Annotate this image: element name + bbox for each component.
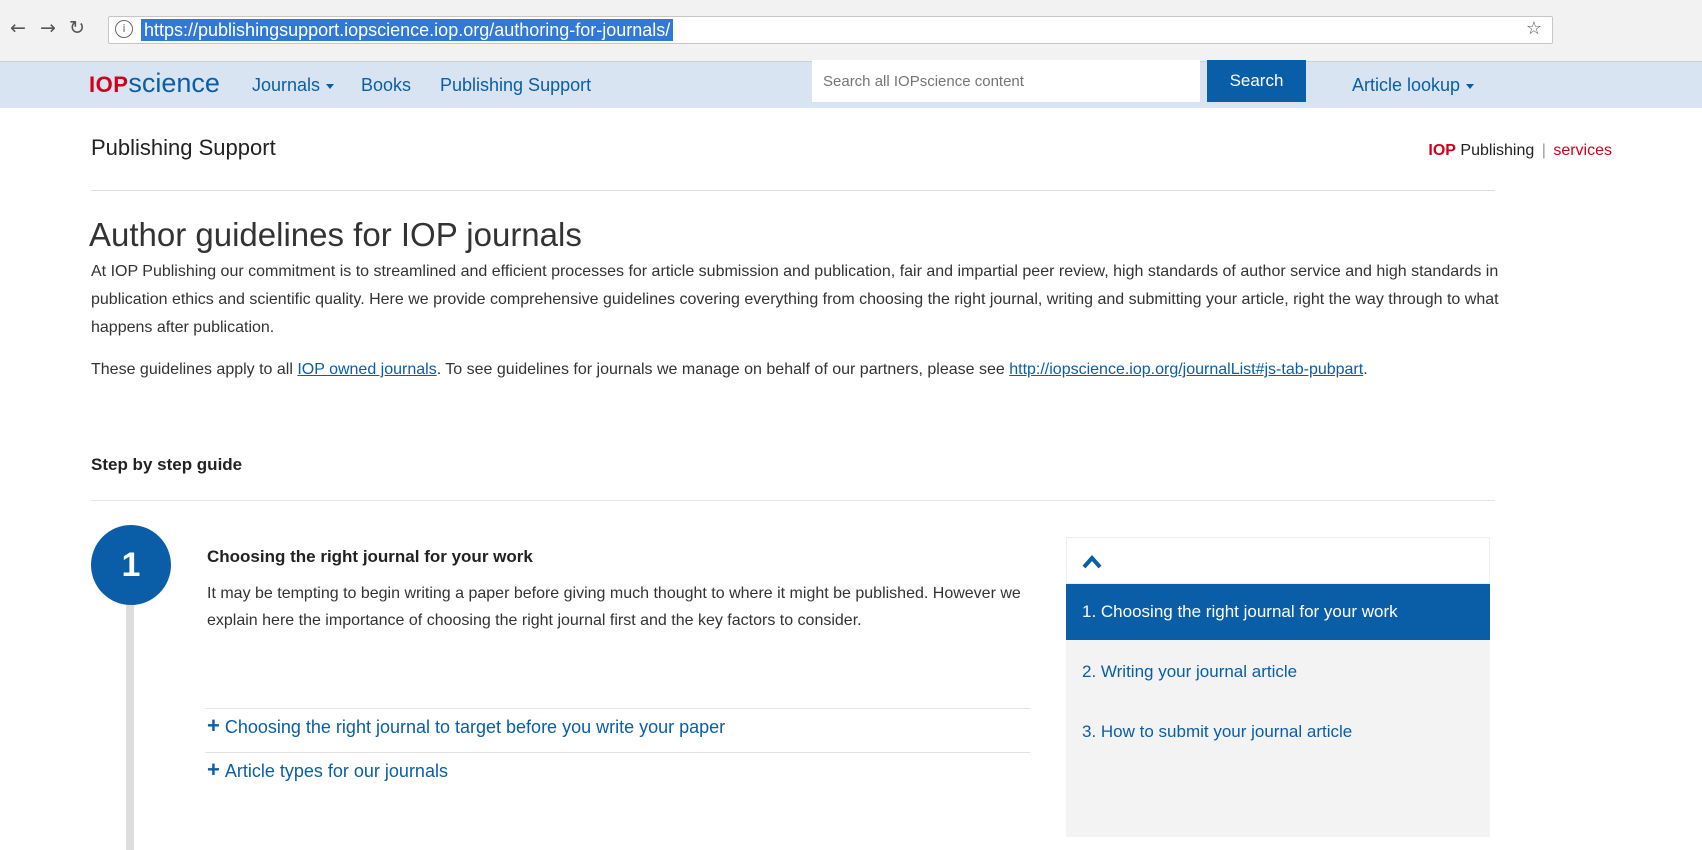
iop-publishing-services-logo[interactable]: IOP Publishing | services bbox=[1428, 142, 1612, 160]
reload-icon[interactable]: ↻ bbox=[64, 15, 90, 41]
search-input[interactable] bbox=[812, 60, 1200, 102]
divider bbox=[91, 500, 1495, 501]
accordion-item-article-types[interactable]: + Article types for our journals bbox=[207, 757, 448, 783]
intro-paragraph: At IOP Publishing our commitment is to s… bbox=[91, 263, 1499, 336]
timeline-line bbox=[126, 590, 134, 850]
browser-toolbar: ← → ↻ i https://publishingsupport.iopsci… bbox=[0, 0, 1702, 62]
search-button[interactable]: Search bbox=[1207, 60, 1306, 102]
iopscience-logo[interactable]: IOPscience bbox=[89, 68, 220, 100]
forward-arrow-icon[interactable]: → bbox=[35, 15, 61, 41]
nav-journals[interactable]: Journals bbox=[252, 75, 335, 96]
accordion-item-choosing-journal[interactable]: + Choosing the right journal to target be… bbox=[207, 713, 725, 739]
iop-owned-journals-link[interactable]: IOP owned journals bbox=[297, 361, 436, 378]
article-lookup-dropdown[interactable]: Article lookup bbox=[1352, 75, 1475, 96]
step-number-badge: 1 bbox=[91, 525, 171, 605]
url-text[interactable]: https://publishingsupport.iopscience.iop… bbox=[141, 19, 674, 41]
sidebar-item-step-2[interactable]: 2. Writing your journal article bbox=[1066, 644, 1490, 700]
step-description: It may be tempting to begin writing a pa… bbox=[207, 585, 1021, 629]
sidebar-collapse-bar[interactable] bbox=[1066, 537, 1490, 584]
nav-publishing-support[interactable]: Publishing Support bbox=[440, 75, 591, 96]
step-navigation-sidebar: 1. Choosing the right journal for your w… bbox=[1066, 537, 1490, 837]
nav-books[interactable]: Books bbox=[361, 75, 411, 96]
caret-down-icon bbox=[326, 83, 335, 89]
address-bar[interactable]: i https://publishingsupport.iopscience.i… bbox=[108, 16, 1553, 44]
caret-down-icon bbox=[1466, 83, 1475, 89]
back-arrow-icon[interactable]: ← bbox=[5, 15, 31, 41]
step-by-step-heading: Step by step guide bbox=[91, 455, 243, 474]
sidebar-item-step-1[interactable]: 1. Choosing the right journal for your w… bbox=[1066, 584, 1490, 640]
divider bbox=[205, 752, 1030, 753]
plus-icon: + bbox=[207, 713, 220, 738]
star-icon[interactable]: ☆ bbox=[1526, 18, 1542, 39]
info-icon[interactable]: i bbox=[115, 20, 133, 38]
divider bbox=[91, 190, 1495, 191]
guidelines-paragraph: These guidelines apply to all IOP owned … bbox=[91, 361, 1368, 378]
page-title: Author guidelines for IOP journals bbox=[89, 216, 582, 253]
divider bbox=[205, 708, 1030, 709]
step-title: Choosing the right journal for your work bbox=[207, 547, 533, 566]
section-title: Publishing Support bbox=[91, 135, 276, 160]
sidebar-item-step-3[interactable]: 3. How to submit your journal article bbox=[1066, 704, 1490, 760]
chevron-up-icon[interactable] bbox=[1081, 551, 1103, 573]
plus-icon: + bbox=[207, 757, 220, 782]
journal-list-link[interactable]: http://iopscience.iop.org/journalList#js… bbox=[1009, 361, 1363, 378]
